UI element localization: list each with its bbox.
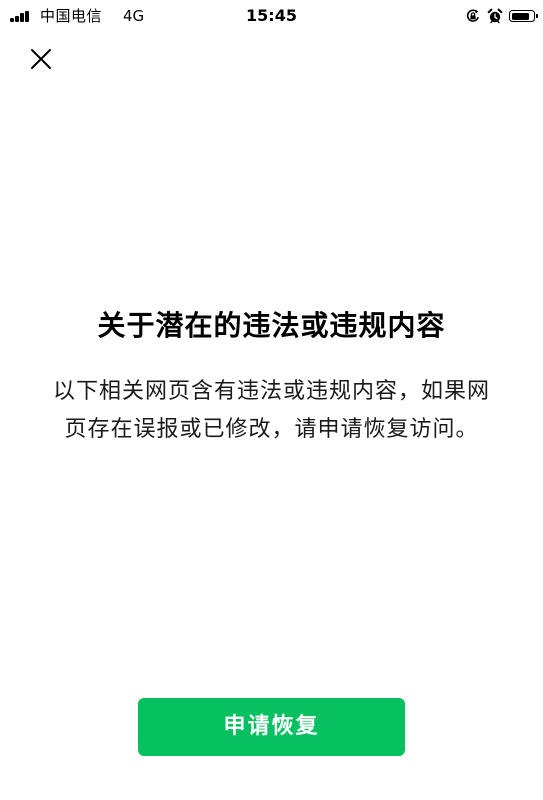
alarm-icon — [487, 8, 503, 24]
battery-icon — [509, 10, 538, 22]
page-description: 以下相关网页含有违法或违规内容，如果网页存在误报或已修改，请申请恢复访问。 — [52, 379, 490, 442]
close-icon — [31, 49, 51, 69]
orientation-lock-icon — [465, 8, 481, 24]
status-icons — [465, 6, 538, 26]
close-button[interactable] — [26, 44, 56, 74]
status-bar: 中国电信 4G 15:45 — [0, 0, 543, 32]
appeal-restore-button[interactable]: 申请恢复 — [138, 698, 405, 756]
status-time: 15:45 — [246, 6, 297, 25]
page-title: 关于潜在的违法或违规内容 — [97, 309, 446, 342]
